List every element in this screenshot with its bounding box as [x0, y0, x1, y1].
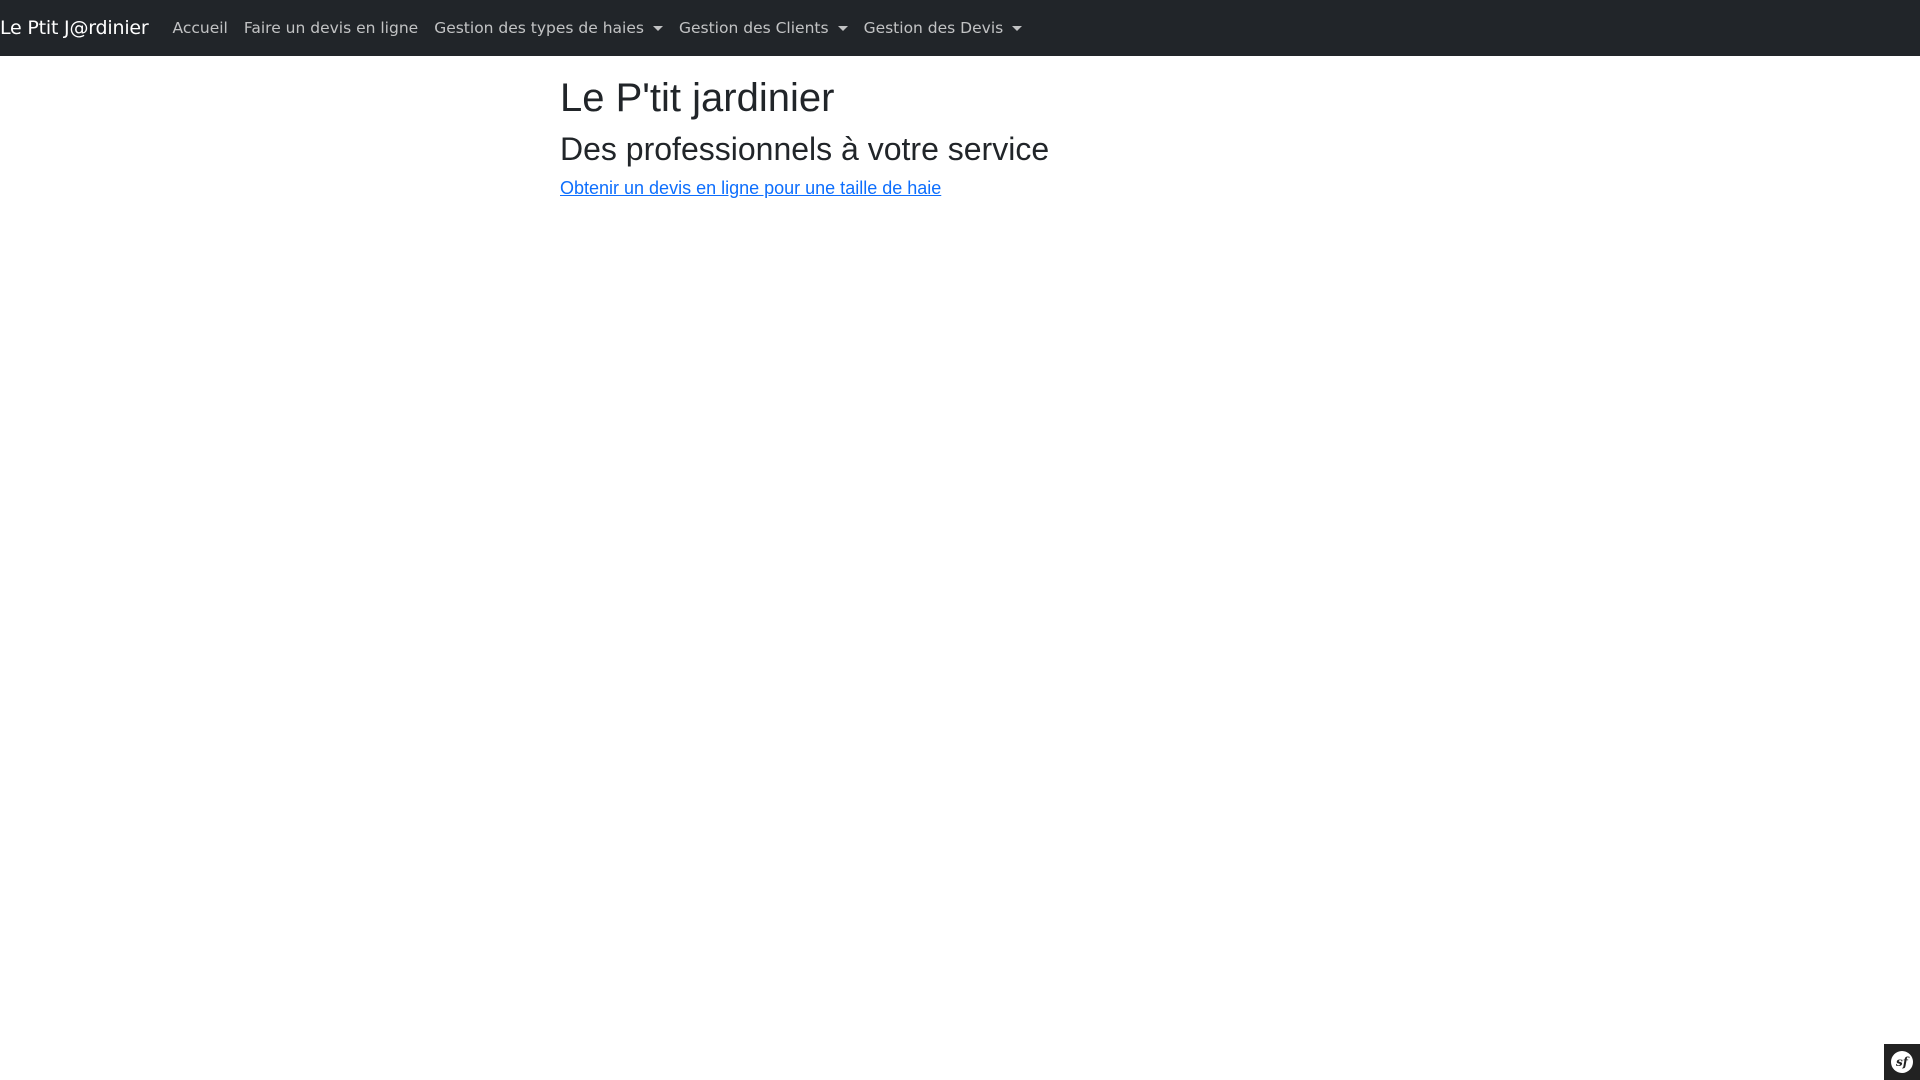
nav-item-label: Faire un devis en ligne	[243, 19, 419, 37]
nav-item-accueil[interactable]: Accueil	[173, 19, 228, 37]
symfony-debug-toolbar-toggle[interactable]: sf	[1884, 1044, 1920, 1080]
nav-item-label: Accueil	[172, 19, 228, 37]
caret-down-icon	[652, 25, 663, 31]
nav-dropdown-clients[interactable]: Gestion des Clients	[679, 19, 848, 37]
top-navbar: Le Ptit J@rdinier Accueil Faire un devis…	[0, 0, 1920, 56]
caret-down-icon	[837, 25, 848, 31]
main-content: Le P'tit jardinier Des professionnels à …	[560, 56, 1360, 199]
nav-dropdown-devis[interactable]: Gestion des Devis	[864, 19, 1023, 37]
get-quote-link[interactable]: Obtenir un devis en ligne pour une taill…	[560, 178, 941, 199]
navbar-links: Accueil Faire un devis en ligne Gestion …	[173, 19, 1023, 37]
nav-item-faire-devis[interactable]: Faire un devis en ligne	[244, 19, 418, 37]
navbar-brand[interactable]: Le Ptit J@rdinier	[0, 17, 149, 39]
nav-item-label: Gestion des Devis	[863, 19, 1004, 37]
page-title: Le P'tit jardinier	[560, 76, 835, 120]
nav-item-label: Gestion des types de haies	[434, 19, 644, 37]
page-subtitle: Des professionnels à votre service	[560, 131, 1050, 167]
nav-dropdown-types-haies[interactable]: Gestion des types de haies	[434, 19, 663, 37]
nav-item-label: Gestion des Clients	[678, 19, 829, 37]
symfony-logo-icon: sf	[1891, 1051, 1913, 1073]
caret-down-icon	[1012, 25, 1023, 31]
